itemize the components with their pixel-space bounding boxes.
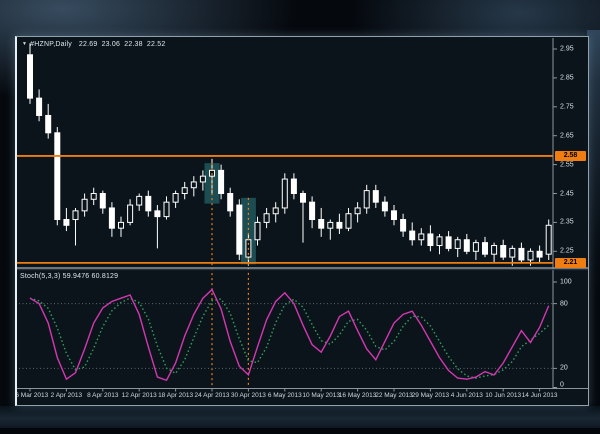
date-axis-label: 12 Apr 2013 xyxy=(122,392,157,399)
date-axis-label: 16 May 2013 xyxy=(339,392,377,399)
candle-bull xyxy=(510,248,515,257)
candle-bear xyxy=(237,205,242,254)
date-axis-label: 30 Apr 2013 xyxy=(231,392,266,399)
candle-bear xyxy=(483,243,488,255)
candle-bear xyxy=(291,179,296,193)
candle-bear xyxy=(446,237,451,249)
candle-bear xyxy=(373,191,378,203)
candle-bear xyxy=(519,248,524,260)
price-axis-label: 2.45 xyxy=(560,190,574,197)
candle-bull xyxy=(492,246,497,255)
candle-bull xyxy=(328,222,333,228)
candle-bull xyxy=(91,194,96,200)
date-axis-label: 14 Jun 2013 xyxy=(522,392,558,399)
candle-bear xyxy=(100,194,105,208)
date-axis-label: 18 Apr 2013 xyxy=(158,392,193,399)
candle-bull xyxy=(255,222,260,239)
candle-bull xyxy=(82,199,87,211)
candle-bull xyxy=(346,214,351,228)
candle-bear xyxy=(155,211,160,217)
chart-canvas[interactable] xyxy=(17,37,588,405)
date-axis-label: 8 Apr 2013 xyxy=(87,392,118,399)
stoch-signal-line xyxy=(30,298,549,378)
price-axis-label: 2.55 xyxy=(560,161,574,168)
chart-title: ▼#HZNP,Daily 22.69 23.06 22.38 22.52 xyxy=(22,40,165,49)
candle-bear xyxy=(219,170,224,193)
candle-bull xyxy=(282,179,287,208)
stoch-axis-label: 100 xyxy=(560,279,572,286)
candle-bear xyxy=(401,220,406,232)
candle-bull xyxy=(200,176,205,182)
candle-bull xyxy=(164,202,169,216)
stoch-axis-label: 0 xyxy=(560,382,564,389)
candle-bull xyxy=(128,205,133,222)
candle-bull xyxy=(173,194,178,203)
price-axis-label: 2.75 xyxy=(560,103,574,110)
price-axis-label: 2.65 xyxy=(560,132,574,139)
price-axis-label: 2.25 xyxy=(560,248,574,255)
candle-bull xyxy=(455,240,460,249)
candle-bear xyxy=(337,222,342,228)
candle-bull xyxy=(355,208,360,214)
candle-bull xyxy=(273,208,278,214)
bezel-band-bottom-edge xyxy=(0,428,600,434)
candle-bear xyxy=(319,220,324,229)
candle-bull xyxy=(182,188,187,194)
price-tag: 2.58 xyxy=(555,151,586,161)
candle-bear xyxy=(109,208,114,228)
date-axis-label: 26 Mar 2013 xyxy=(15,392,48,399)
candle-bear xyxy=(464,240,469,252)
candle-bear xyxy=(410,231,415,240)
date-axis-label: 4 Jun 2013 xyxy=(451,392,483,399)
candle-bear xyxy=(37,98,42,115)
candle-bear xyxy=(382,202,387,211)
stochastic-label: Stoch(5,3,3) 59.9476 60.8129 xyxy=(20,273,118,281)
price-axis-label: 2.85 xyxy=(560,74,574,81)
ohlc-values: 22.69 23.06 22.38 22.52 xyxy=(79,41,166,48)
chart-dropdown-marker-icon[interactable]: ▼ xyxy=(22,41,27,47)
chart-window: ▼#HZNP,Daily 22.69 23.06 22.38 22.52 Stoc… xyxy=(15,36,589,406)
date-axis-label: 29 May 2013 xyxy=(412,392,450,399)
candle-bull xyxy=(119,222,124,228)
date-axis-label: 10 May 2013 xyxy=(302,392,340,399)
price-scale[interactable]: 2.95 2.85 2.75 2.65 2.55 2.45 2.35 2.25 100 80 20 0… xyxy=(554,37,588,405)
candle-bull xyxy=(437,237,442,246)
price-tag: 2.21 xyxy=(555,258,586,268)
time-axis[interactable]: 26 Mar 20132 Apr 2013 8 Apr 2013 12 Apr 20… xyxy=(17,389,588,405)
symbol-timeframe-label: #HZNP,Daily xyxy=(30,41,72,48)
candle-bear xyxy=(46,115,51,132)
candle-bear xyxy=(228,194,233,211)
stoch-axis-label: 20 xyxy=(560,365,568,372)
candle-bull xyxy=(137,196,142,205)
date-axis-label: 24 Apr 2013 xyxy=(194,392,229,399)
candle-bull xyxy=(419,234,424,240)
date-axis-label: 22 May 2013 xyxy=(375,392,413,399)
candle-bear xyxy=(537,251,542,257)
candle-bear xyxy=(428,234,433,246)
candle-bear xyxy=(64,220,69,226)
candle-bull xyxy=(473,243,478,252)
candle-bull xyxy=(546,225,551,254)
candle-bull xyxy=(528,251,533,260)
candle-bear xyxy=(501,246,506,258)
price-axis-label: 2.35 xyxy=(560,219,574,226)
price-axis-label: 2.95 xyxy=(560,46,574,53)
date-axis-label: 2 Apr 2013 xyxy=(51,392,82,399)
candle-bear xyxy=(301,194,306,203)
candle-bear xyxy=(55,133,60,220)
candle-bull xyxy=(264,214,269,223)
stoch-axis-label: 80 xyxy=(560,300,568,307)
monitor-bezel: ▼#HZNP,Daily 22.69 23.06 22.38 22.52 Stoc… xyxy=(0,0,600,434)
candle-bull xyxy=(73,211,78,220)
candle-bear xyxy=(310,202,315,219)
date-axis-label: 10 Jun 2013 xyxy=(485,392,521,399)
date-axis-label: 6 May 2013 xyxy=(268,392,302,399)
candle-bull xyxy=(191,182,196,188)
candle-bull xyxy=(364,191,369,208)
candle-bear xyxy=(146,196,151,210)
candle-bear xyxy=(392,211,397,220)
candle-bear xyxy=(28,55,33,98)
